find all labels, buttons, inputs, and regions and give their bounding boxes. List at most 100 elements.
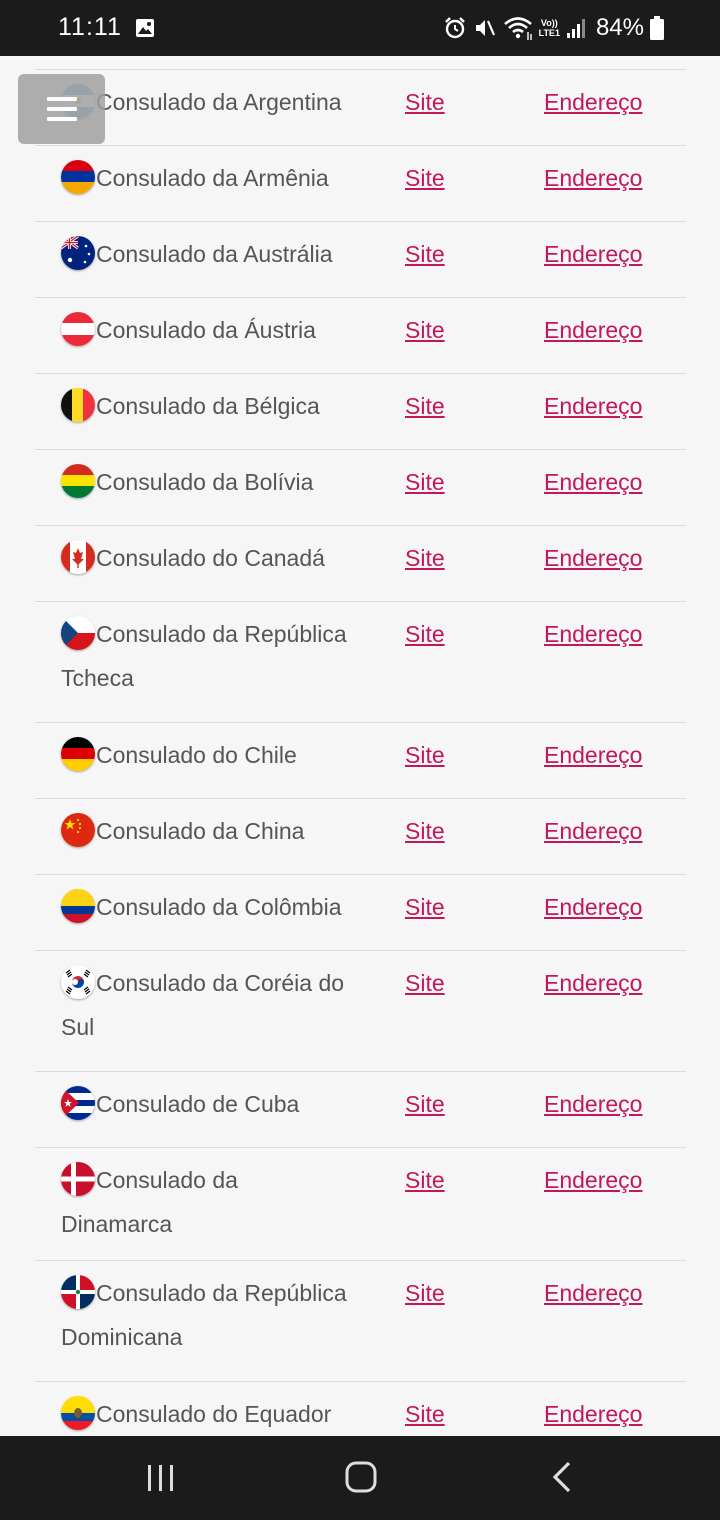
site-link[interactable]: Site	[405, 1082, 445, 1126]
site-link[interactable]: Site	[405, 384, 445, 428]
battery-percent: 84%	[595, 14, 644, 41]
consulate-name-cell: Consulado da China	[35, 809, 355, 853]
consulate-row: Consulado da República Tcheca Site Endereç…	[35, 602, 686, 723]
site-link[interactable]: Site	[405, 460, 445, 504]
address-link[interactable]: Endereço	[544, 1392, 642, 1436]
site-link[interactable]: Site	[405, 809, 445, 853]
site-link[interactable]: Site	[405, 612, 445, 656]
status-time: 11:11	[58, 13, 122, 41]
hamburger-menu-icon	[47, 97, 77, 101]
south-korea-flag-icon	[61, 965, 95, 999]
consulate-name-cell: Consulado da Armênia	[35, 156, 355, 200]
china-flag-icon	[61, 813, 95, 847]
address-link[interactable]: Endereço	[544, 460, 642, 504]
consulate-name: Consulado da Bolívia	[96, 469, 314, 495]
cuba-flag-icon	[61, 1086, 95, 1120]
consulate-row: Consulado da Áustria Site Endereço	[35, 298, 686, 374]
hamburger-line	[47, 117, 77, 121]
address-link[interactable]: Endereço	[544, 612, 642, 656]
consulate-name: Consulado da China	[96, 818, 305, 844]
denmark-flag-icon	[61, 1162, 95, 1196]
home-button[interactable]	[344, 1460, 378, 1494]
consulate-name-cell: Consulado da Colômbia	[35, 885, 355, 929]
address-link[interactable]: Endereço	[544, 536, 642, 580]
consulate-row: Consulado da Argentina Site Endereço	[35, 70, 686, 146]
consulate-name-cell: Consulado da Dinamarca	[35, 1158, 355, 1246]
address-link[interactable]: Endereço	[544, 1271, 642, 1315]
address-link[interactable]: Endereço	[544, 156, 642, 200]
gallery-notification-icon	[136, 19, 154, 37]
consulate-name: Consulado da Armênia	[96, 165, 329, 191]
consulate-name: Consulado do Canadá	[96, 545, 325, 571]
consulate-row: Consulado da Coréia do Sul Site Endereço	[35, 951, 686, 1072]
address-link[interactable]: Endereço	[544, 308, 642, 352]
consulate-name: Consulado da República Dominicana	[61, 1280, 347, 1350]
address-link[interactable]: Endereço	[544, 961, 642, 1005]
canada-flag-icon	[61, 540, 95, 574]
address-link[interactable]: Endereço	[544, 885, 642, 929]
consulate-name: Consulado da Colômbia	[96, 894, 342, 920]
consulate-name-cell: Consulado da Coréia do Sul	[35, 961, 355, 1049]
system-navigation-bar	[0, 1436, 720, 1520]
site-link[interactable]: Site	[405, 232, 445, 276]
consulate-name-cell: Consulado da Bélgica	[35, 384, 355, 428]
consulate-row: Consulado do Chile Site Endereço	[35, 723, 686, 799]
address-link[interactable]: Endereço	[544, 733, 642, 777]
consulate-row: Consulado da República Dominicana Site End…	[35, 1261, 686, 1382]
consulate-name: Consulado da Austrália	[96, 241, 333, 267]
consulate-row: Consulado de Cuba Site Endereço	[35, 1072, 686, 1148]
consulate-row: Consulado da Austrália Site Endereço	[35, 222, 686, 298]
site-link[interactable]: Site	[405, 308, 445, 352]
consulate-name: Consulado da Bélgica	[96, 393, 320, 419]
bolivia-flag-icon	[61, 464, 95, 498]
consulate-name-cell: Consulado do Canadá	[35, 536, 355, 580]
consulate-row: Consulado do Equador Site Endereço	[35, 1382, 686, 1436]
hamburger-line	[47, 107, 77, 111]
belgium-flag-icon	[61, 388, 95, 422]
address-link[interactable]: Endereço	[544, 1082, 642, 1126]
consulate-row: Consulado da Bolívia Site Endereço	[35, 450, 686, 526]
consulate-name-cell: Consulado da República Dominicana	[35, 1271, 355, 1359]
dominican-republic-flag-icon	[61, 1275, 95, 1309]
consulate-row: Consulado da Dinamarca Site Endereço	[35, 1148, 686, 1261]
site-link[interactable]: Site	[405, 885, 445, 929]
consulate-row: Consulado do Canadá Site Endereço	[35, 526, 686, 602]
hamburger-menu-button[interactable]	[18, 74, 105, 144]
back-button[interactable]	[550, 1460, 574, 1494]
site-link[interactable]: Site	[405, 1271, 445, 1315]
site-link[interactable]: Site	[405, 1392, 445, 1436]
mute-icon	[475, 20, 495, 36]
site-link[interactable]: Site	[405, 961, 445, 1005]
consulate-name-cell: Consulado do Equador	[35, 1392, 355, 1436]
consulate-row: Consulado da Colômbia Site Endereço	[35, 875, 686, 951]
site-link[interactable]: Site	[405, 536, 445, 580]
colombia-flag-icon	[61, 889, 95, 923]
germany-flag-icon	[61, 737, 95, 771]
battery-icon	[650, 16, 664, 40]
consulate-list: Consulado da Argentina Site Endereço Consul…	[35, 70, 686, 1436]
consulate-name: Consulado do Chile	[96, 742, 297, 768]
consulate-name: Consulado da Argentina	[96, 89, 342, 115]
consulate-list-page[interactable]: Consulado da Argentina Site Endereço Consul…	[0, 56, 720, 1436]
address-link[interactable]: Endereço	[544, 232, 642, 276]
wifi-icon	[503, 17, 532, 40]
address-link[interactable]: Endereço	[544, 1158, 642, 1202]
consulate-name: Consulado do Equador	[96, 1401, 332, 1427]
consulate-name: Consulado da Áustria	[96, 317, 316, 343]
address-link[interactable]: Endereço	[544, 384, 642, 428]
address-link[interactable]: Endereço	[544, 80, 642, 124]
site-link[interactable]: Site	[405, 1158, 445, 1202]
site-link[interactable]: Site	[405, 733, 445, 777]
consulate-name: Consulado da República Tcheca	[61, 621, 347, 691]
consulate-name-cell: Consulado da Austrália	[35, 232, 355, 276]
site-link[interactable]: Site	[405, 80, 445, 124]
consulate-name-cell: Consulado da República Tcheca	[35, 612, 355, 700]
site-link[interactable]: Site	[405, 156, 445, 200]
address-link[interactable]: Endereço	[544, 809, 642, 853]
australia-flag-icon	[61, 236, 95, 270]
recent-apps-button[interactable]	[146, 1464, 176, 1492]
alarm-icon	[444, 17, 465, 39]
consulate-name-cell: Consulado da Bolívia	[35, 460, 355, 504]
consulate-row: Consulado da China Site Endereço	[35, 799, 686, 875]
armenia-flag-icon	[61, 160, 95, 194]
